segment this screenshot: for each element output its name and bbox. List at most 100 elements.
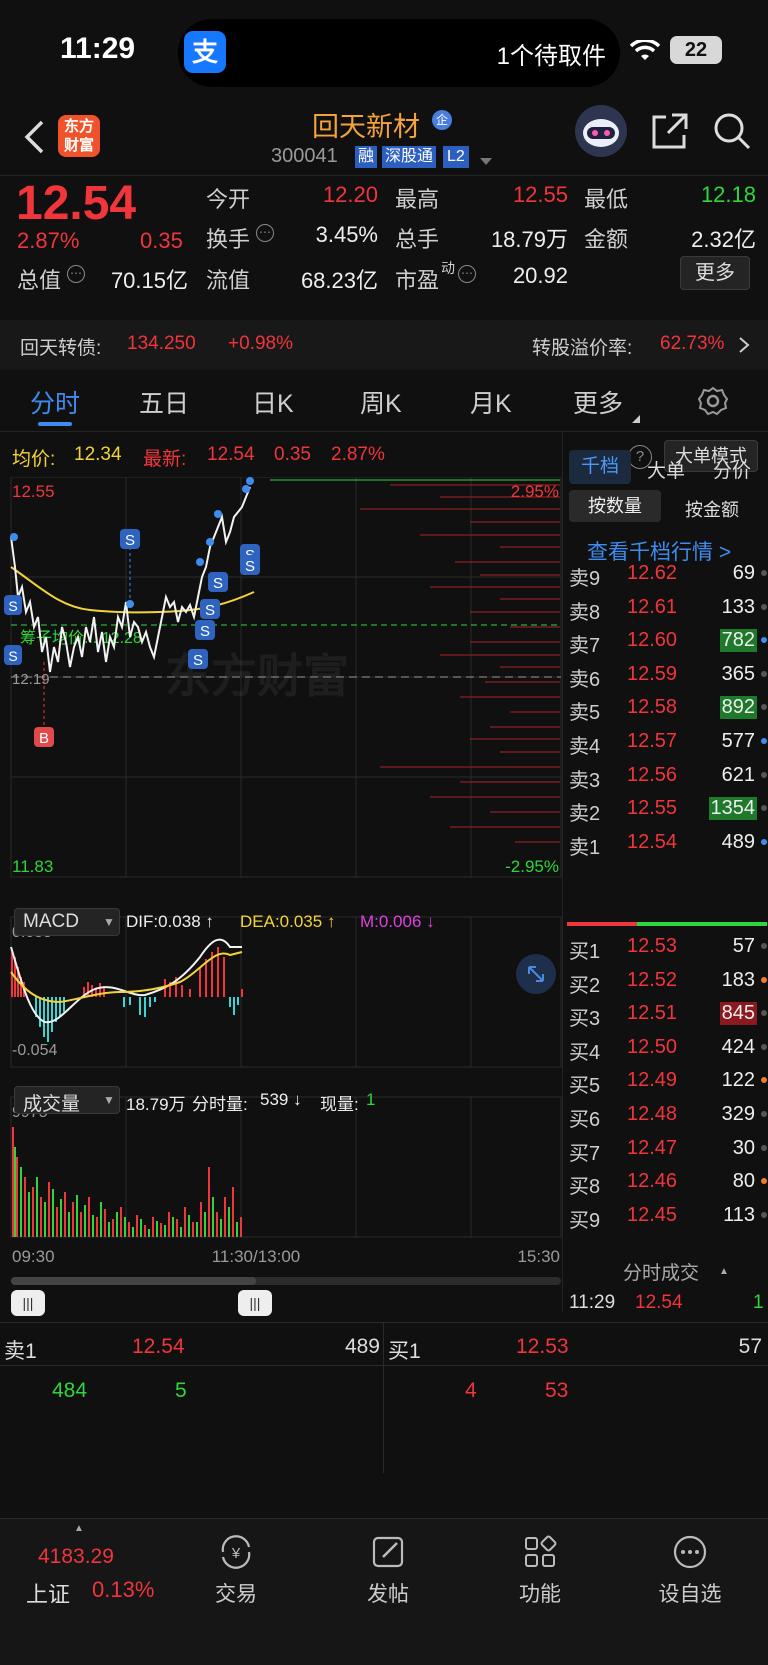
add-watchlist-label: 设自选 bbox=[658, 1583, 722, 1606]
low-value: 12.18 bbox=[700, 182, 756, 207]
order-book-panel: 千档 大单 分价 按数量 按金额 查看千档行情 > 卖9 12.62 69 卖8 12.… bbox=[562, 432, 768, 1313]
sell-level-row[interactable]: 卖4 12.57 577 bbox=[563, 726, 768, 760]
tab-more[interactable]: 更多 bbox=[573, 384, 623, 420]
level-price: 12.59 bbox=[627, 662, 678, 685]
grid-icon bbox=[525, 1535, 557, 1567]
tick-title[interactable]: 分时成交 bbox=[623, 1258, 699, 1285]
depth-tab-price-distribution[interactable]: 分价 bbox=[713, 456, 751, 483]
level-dot bbox=[761, 1077, 767, 1084]
status-bar: 11:29 支 1个待取件 22 bbox=[0, 0, 768, 105]
intraday-chart[interactable]: 均价: 12.34 最新: 12.54 0.35 2.87% 东方财富 筹子均价… bbox=[0, 432, 758, 1316]
level-price: 12.45 bbox=[627, 1203, 678, 1226]
post-button[interactable]: 发帖 bbox=[352, 1533, 424, 1613]
index-name: 上证 bbox=[26, 1582, 71, 1607]
buy-level-row[interactable]: 买5 12.49 122 bbox=[563, 1065, 768, 1099]
info-icon[interactable]: ⋯ bbox=[67, 265, 85, 283]
buy-level-row[interactable]: 买9 12.45 113 bbox=[563, 1200, 768, 1234]
sell-level-row[interactable]: 卖3 12.56 621 bbox=[563, 760, 768, 794]
macd-selector[interactable]: MACD ▼ bbox=[14, 908, 120, 936]
level-volume: 845 bbox=[719, 1002, 757, 1026]
buy-level-row[interactable]: 买2 12.52 183 bbox=[563, 965, 768, 999]
buy1-label: 买1 bbox=[388, 1340, 421, 1363]
add-watchlist-button[interactable]: 设自选 bbox=[650, 1533, 730, 1613]
dynamic-island[interactable]: 支 1个待取件 bbox=[178, 19, 620, 87]
tab-more-arrow-icon bbox=[632, 410, 640, 428]
tab-daily-k[interactable]: 日K bbox=[252, 384, 294, 420]
depth-sub-quantity[interactable]: 按数量 bbox=[569, 490, 661, 522]
sell-level-row[interactable]: 卖9 12.62 69 bbox=[563, 558, 768, 592]
sell-level-row[interactable]: 卖8 12.61 133 bbox=[563, 592, 768, 626]
sell-level-row[interactable]: 卖2 12.55 1354 bbox=[563, 793, 768, 827]
tab-monthly-k[interactable]: 月K bbox=[470, 384, 512, 420]
level-label: 买5 bbox=[569, 1075, 601, 1098]
pickup-text: 1个待取件 bbox=[496, 43, 606, 70]
level-dot bbox=[761, 943, 767, 949]
sell1-split-b: 5 bbox=[175, 1379, 187, 1402]
level-price: 12.51 bbox=[627, 1002, 678, 1025]
info-icon[interactable]: ⋯ bbox=[256, 224, 274, 242]
robot-assistant-icon[interactable] bbox=[575, 105, 627, 157]
expand-icon[interactable] bbox=[516, 954, 556, 994]
index-value: 4183.29 bbox=[38, 1545, 114, 1568]
level-volume: 57 bbox=[732, 935, 755, 957]
pe-value: 20.92 bbox=[512, 263, 568, 288]
level-price: 12.62 bbox=[627, 562, 678, 584]
high-value: 12.55 bbox=[512, 182, 568, 207]
level-dot bbox=[761, 637, 767, 644]
buy-level-row[interactable]: 买4 12.50 424 bbox=[563, 1032, 768, 1066]
tab-weekly-k[interactable]: 周K bbox=[360, 384, 402, 420]
function-label: 功能 bbox=[519, 1583, 561, 1606]
low-label: 最低 bbox=[584, 187, 629, 212]
dropdown-icon[interactable] bbox=[480, 153, 492, 171]
level-volume: 892 bbox=[719, 696, 757, 720]
level-price: 12.49 bbox=[627, 1069, 678, 1092]
index-widget[interactable]: ▲ 4183.29 上证 0.13% bbox=[0, 1519, 160, 1619]
sell-level-row[interactable]: 卖7 12.60 782 bbox=[563, 625, 768, 659]
level-dot bbox=[761, 670, 767, 677]
buy-level-row[interactable]: 买1 12.53 57 bbox=[563, 931, 768, 965]
back-icon[interactable] bbox=[22, 119, 46, 160]
share-icon[interactable] bbox=[650, 111, 690, 156]
search-icon[interactable] bbox=[712, 111, 752, 156]
level-price: 12.61 bbox=[627, 595, 678, 618]
buy-level-row[interactable]: 买7 12.47 30 bbox=[563, 1133, 768, 1167]
stock-code: 300041 bbox=[271, 145, 338, 167]
buy-level-row[interactable]: 买3 12.51 845 bbox=[563, 998, 768, 1032]
depth-tab-large-order[interactable]: 大单 bbox=[647, 456, 685, 483]
wifi-icon bbox=[629, 38, 661, 67]
tab-five-day[interactable]: 五日 bbox=[139, 384, 189, 420]
latest-change: 0.35 bbox=[274, 444, 311, 465]
trade-button[interactable]: ¥ 交易 bbox=[200, 1533, 272, 1613]
settings-icon[interactable] bbox=[697, 386, 729, 421]
level-dot bbox=[761, 1211, 767, 1218]
range-handle-left[interactable]: ||| bbox=[11, 1290, 45, 1316]
level-label: 买7 bbox=[569, 1142, 601, 1165]
tab-intraday[interactable]: 分时 bbox=[30, 384, 80, 420]
function-button[interactable]: 功能 bbox=[504, 1533, 576, 1613]
info-icon[interactable]: ⋯ bbox=[458, 265, 476, 283]
chevron-up-icon: ▲ bbox=[74, 1523, 84, 1534]
buy-level-row[interactable]: 买8 12.46 80 bbox=[563, 1166, 768, 1200]
sell-level-row[interactable]: 卖6 12.59 365 bbox=[563, 659, 768, 693]
depth-sub-amount[interactable]: 按金额 bbox=[685, 496, 739, 522]
depth-tab-qiandang[interactable]: 千档 bbox=[569, 450, 631, 484]
level1-summary: 卖1 12.54 489 484 5 买1 12.53 57 4 53 bbox=[0, 1322, 768, 1512]
svg-text:S: S bbox=[200, 623, 210, 640]
chevron-right-icon bbox=[738, 336, 750, 359]
turnover-value: 3.45% bbox=[315, 222, 378, 247]
level-dot bbox=[761, 1010, 767, 1017]
cb-premium: 62.73% bbox=[660, 333, 725, 354]
more-button[interactable]: 更多 bbox=[680, 256, 750, 290]
level-price: 12.54 bbox=[627, 830, 678, 853]
sell-level-row[interactable]: 卖1 12.54 489 bbox=[563, 827, 768, 861]
convertible-bond-bar[interactable]: 回天转债: 134.250 +0.98% 转股溢价率: 62.73% bbox=[0, 320, 768, 370]
range-handle-right[interactable]: ||| bbox=[238, 1290, 272, 1316]
macd-m-value: M:0.006 ↓ bbox=[360, 912, 435, 931]
level-volume: 489 bbox=[721, 830, 755, 853]
buy-level-row[interactable]: 买6 12.48 329 bbox=[563, 1099, 768, 1133]
volume-selector[interactable]: 成交量 ▼ bbox=[14, 1086, 120, 1115]
buy1-split-a: 4 bbox=[465, 1379, 477, 1402]
sell-level-row[interactable]: 卖5 12.58 892 bbox=[563, 692, 768, 726]
level-label: 买2 bbox=[569, 974, 601, 997]
level-volume: 365 bbox=[721, 662, 755, 685]
